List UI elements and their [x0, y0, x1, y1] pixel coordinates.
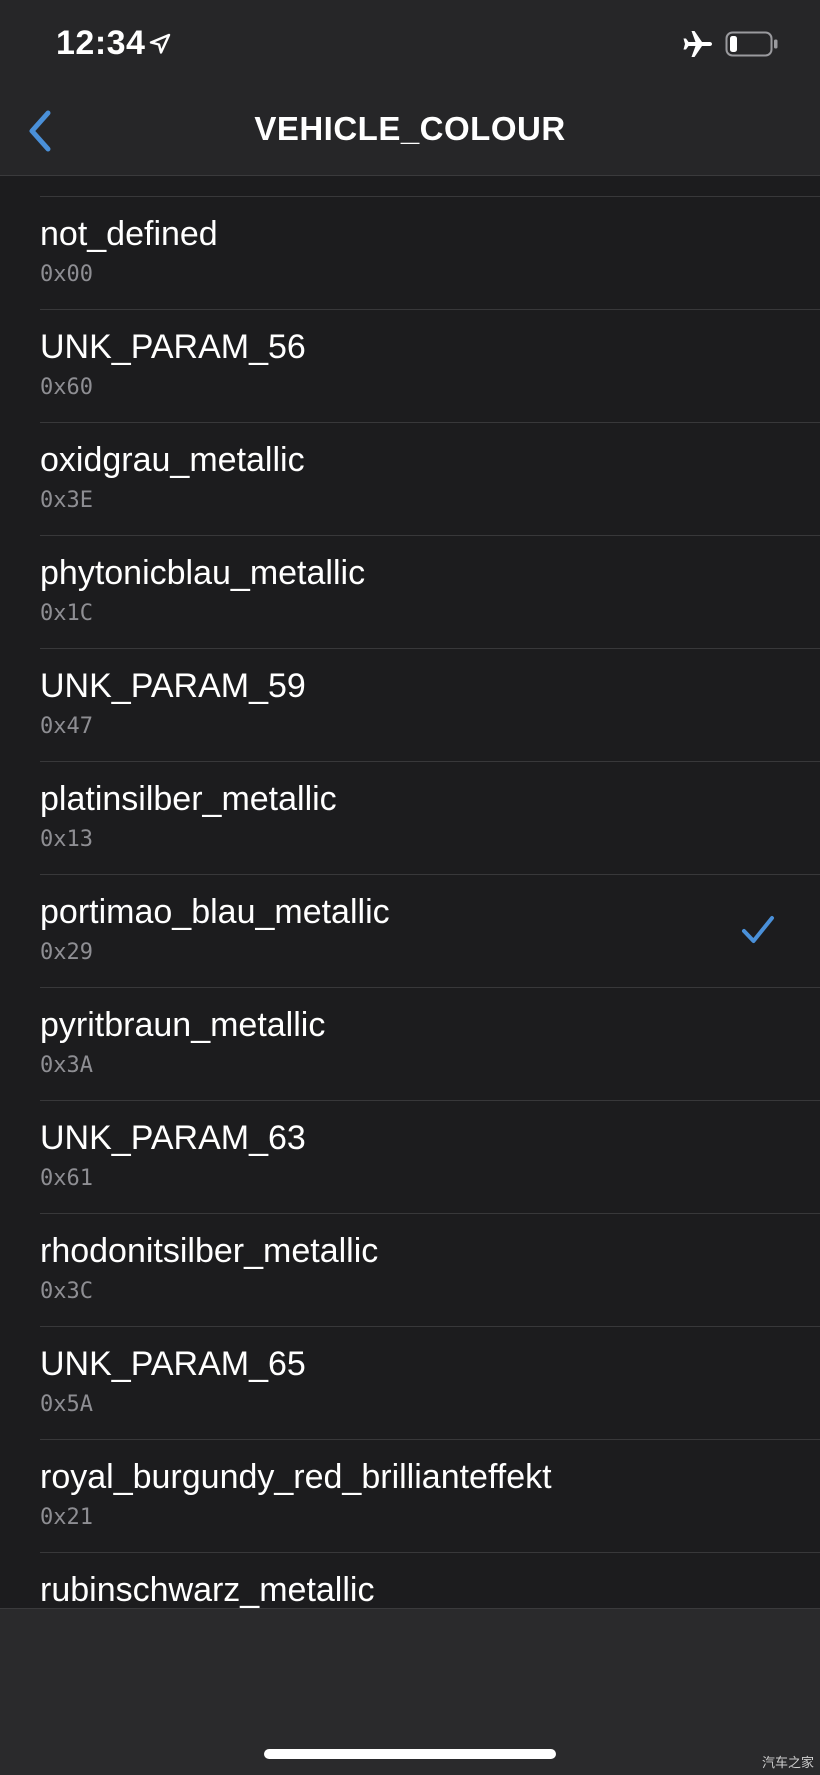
list-item[interactable]: UNK_PARAM_59 0x47 — [40, 649, 820, 762]
airplane-icon — [683, 31, 712, 57]
item-code: 0x3A — [40, 1053, 93, 1078]
item-code: 0x13 — [40, 827, 93, 852]
item-code: 0x61 — [40, 1166, 93, 1191]
page-title: VEHICLE_COLOUR — [254, 110, 566, 147]
item-name: UNK_PARAM_63 — [40, 1119, 306, 1157]
item-name: oxidgrau_metallic — [40, 441, 305, 479]
list-item-selected[interactable]: portimao_blau_metallic 0x29 — [40, 875, 820, 988]
list-item[interactable]: rhodonitsilber_metallic 0x3C — [40, 1214, 820, 1327]
list-item[interactable]: phytonicblau_metallic 0x1C — [40, 536, 820, 649]
home-indicator[interactable] — [264, 1749, 556, 1759]
list-item[interactable]: UNK_PARAM_65 0x5A — [40, 1327, 820, 1440]
colour-list[interactable]: not_defined 0x00 UNK_PARAM_56 0x60 oxidg… — [0, 176, 820, 1608]
item-code: 0x60 — [40, 375, 93, 400]
item-code: 0x21 — [40, 1505, 93, 1530]
item-name: phytonicblau_metallic — [40, 554, 366, 592]
checkmark-icon — [742, 916, 774, 943]
item-code: 0x00 — [40, 262, 93, 287]
list-item[interactable]: royal_burgundy_red_brillianteffekt 0x21 — [40, 1440, 820, 1553]
item-code: 0x47 — [40, 714, 93, 739]
list-item[interactable]: platinsilber_metallic 0x13 — [40, 762, 820, 875]
item-name: portimao_blau_metallic — [40, 893, 390, 931]
list-item[interactable]: pyritbraun_metallic 0x3A — [40, 988, 820, 1101]
battery-low-icon — [725, 31, 778, 57]
item-code: 0x3E — [40, 488, 93, 513]
list-item[interactable]: rubinschwarz_metallic — [40, 1553, 820, 1608]
item-name: royal_burgundy_red_brillianteffekt — [40, 1458, 552, 1496]
list-item[interactable]: oxidgrau_metallic 0x3E — [40, 423, 820, 536]
list-item[interactable]: UNK_PARAM_63 0x61 — [40, 1101, 820, 1214]
item-name: platinsilber_metallic — [40, 780, 337, 818]
list-divider — [40, 176, 820, 197]
item-code: 0x29 — [40, 940, 93, 965]
item-name: UNK_PARAM_59 — [40, 667, 306, 705]
item-name: pyritbraun_metallic — [40, 1006, 326, 1044]
item-name: UNK_PARAM_65 — [40, 1345, 306, 1383]
list-item[interactable]: UNK_PARAM_56 0x60 — [40, 310, 820, 423]
status-time: 12:34 — [56, 24, 146, 62]
navigation-bar: 12:34 VEHICLE_COLOUR — [0, 0, 820, 176]
item-name: rhodonitsilber_metallic — [40, 1232, 379, 1270]
item-name: not_defined — [40, 215, 218, 253]
list-item[interactable]: not_defined 0x00 — [40, 197, 820, 310]
item-name: rubinschwarz_metallic — [40, 1571, 375, 1608]
location-arrow-icon — [149, 33, 171, 54]
item-code: 0x5A — [40, 1392, 93, 1417]
item-name: UNK_PARAM_56 — [40, 328, 306, 366]
item-code: 0x3C — [40, 1279, 93, 1304]
bottom-toolbar: 汽车之家 — [0, 1608, 820, 1775]
item-code: 0x1C — [40, 601, 93, 626]
watermark: 汽车之家 — [761, 1755, 814, 1770]
